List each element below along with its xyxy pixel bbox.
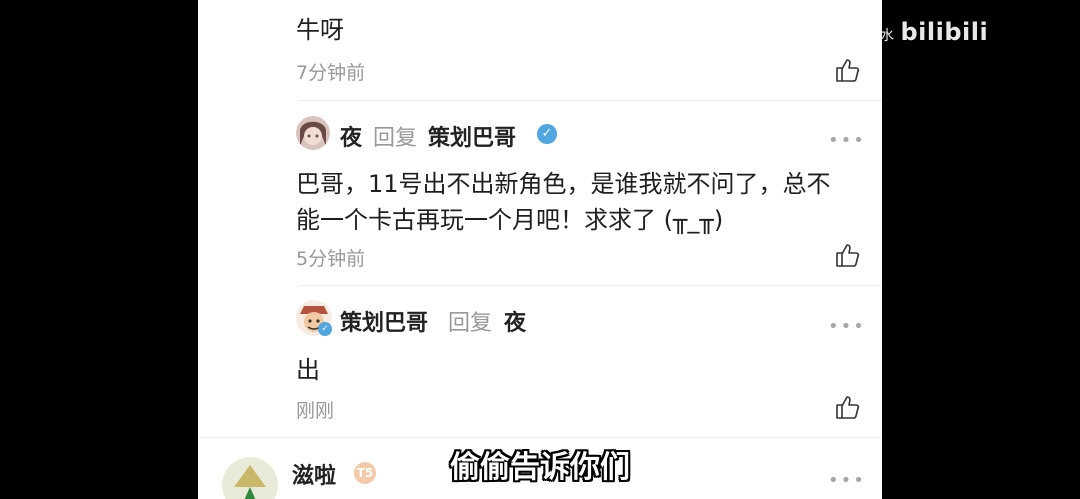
reply-target-username[interactable]: 夜 [504,305,526,337]
bilibili-watermark: 水 bilibili [880,18,989,46]
thumbs-up-icon[interactable] [834,394,860,420]
reply-time: 5分钟前 [296,248,366,270]
reply-username[interactable]: 策划巴哥 [340,305,428,337]
thumbs-up-icon[interactable] [834,57,860,83]
reply-text-line1: 巴哥，11号出不出新角色，是谁我就不问了，总不 [296,170,831,198]
reply-time: 刚刚 [296,400,335,422]
reply-text-line2: 能一个卡古再玩一个月吧！求求了 (╥_╥) [296,206,724,234]
divider [298,100,882,101]
more-options-icon[interactable]: ••• [828,130,866,151]
reply-label: 回复 [448,311,493,336]
reply-username[interactable]: 夜 [340,120,362,152]
divider [198,437,882,438]
verified-icon: ✓ [318,322,332,336]
reply-target-username[interactable]: 策划巴哥 [428,120,516,152]
divider [298,285,882,286]
avatar[interactable] [296,116,330,150]
video-subtitle: 偷偷告诉你们 [450,450,630,485]
thumbs-up-icon[interactable] [834,242,860,268]
comment-time: 7分钟前 [296,62,366,84]
comment-panel: 牛呀 7分钟前 夜 回复 策划巴哥 ✓ ••• 巴哥，11号出不出新角色，是谁我… [198,0,882,499]
comment-text: 牛呀 [296,16,344,44]
verified-icon: ✓ [537,124,557,144]
reply-label: 回复 [373,126,418,151]
more-options-icon[interactable]: ••• [828,316,866,337]
reply-text: 出 [296,356,320,384]
